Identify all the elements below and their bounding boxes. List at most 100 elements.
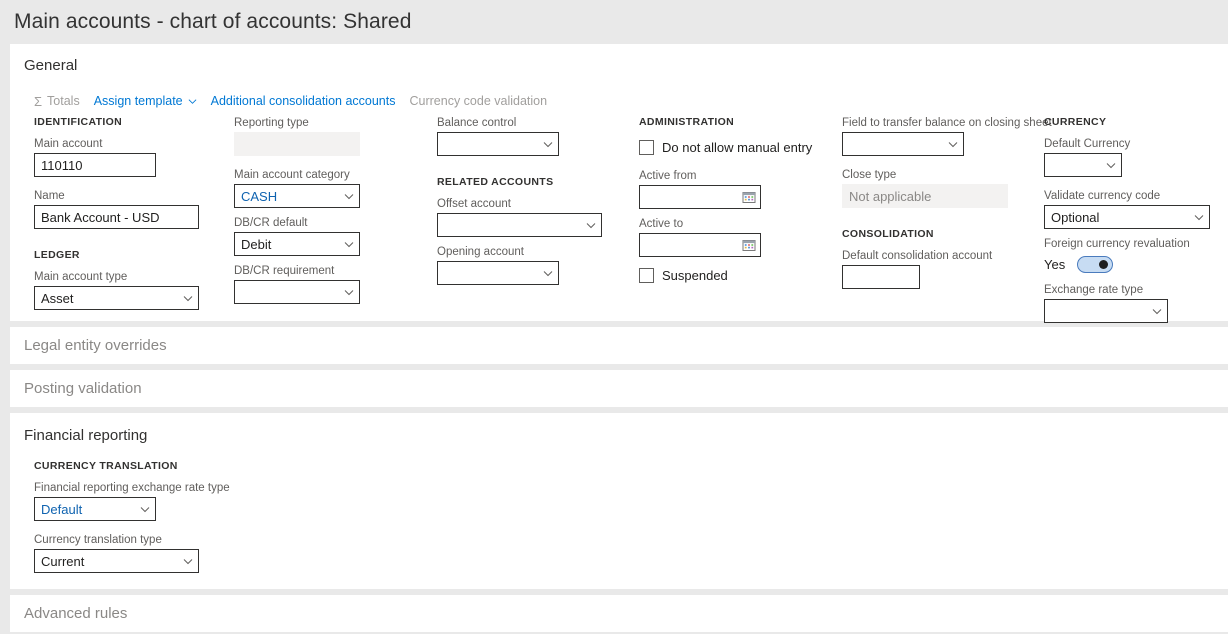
default-currency-label: Default Currency [1044, 138, 1131, 150]
toolbar-assign-template-button[interactable]: Assign template [94, 94, 211, 108]
name-input[interactable]: Bank Account - USD [34, 205, 199, 229]
do-not-allow-manual-entry-checkbox[interactable]: Do not allow manual entry [639, 137, 819, 157]
group-ledger: LEDGER [34, 249, 80, 261]
section-posting-validation-header[interactable]: Posting validation [10, 379, 142, 399]
main-account-input[interactable]: 110110 [34, 153, 156, 177]
section-legal-entity-overrides[interactable]: Legal entity overrides [10, 327, 1228, 364]
chevron-down-icon [188, 97, 197, 106]
form-column-administration: ADMINISTRATION Do not allow manual entry… [639, 116, 819, 285]
default-currency-select[interactable] [1044, 153, 1122, 177]
section-financial-reporting: Financial reporting CURRENCY TRANSLATION… [10, 413, 1228, 589]
exchange-rate-type-label: Exchange rate type [1044, 284, 1144, 296]
name-label: Name [34, 190, 65, 202]
name-value: Bank Account - USD [41, 209, 160, 225]
suspended-checkbox[interactable]: Suspended [639, 265, 819, 285]
financial-reporting-exchange-rate-type-select[interactable]: Default [34, 497, 156, 521]
financial-reporting-body: CURRENCY TRANSLATION Financial reporting… [10, 446, 1228, 589]
active-to-label: Active to [639, 218, 684, 230]
chevron-down-icon [542, 138, 554, 150]
main-account-type-label: Main account type [34, 271, 128, 283]
chevron-down-icon [343, 190, 355, 202]
section-general: General Σ Totals Assign template Additio… [10, 44, 1228, 323]
active-from-date-input[interactable] [639, 185, 761, 209]
form-column-reporting: Reporting type Main account category CAS… [234, 116, 364, 304]
reporting-type-field [234, 132, 360, 156]
section-advanced-rules[interactable]: Advanced rules [10, 595, 1228, 632]
chevron-down-icon [1193, 211, 1205, 223]
chevron-down-icon [585, 219, 597, 231]
balance-control-select[interactable] [437, 132, 559, 156]
section-legal-entity-overrides-header[interactable]: Legal entity overrides [10, 336, 167, 356]
offset-account-select[interactable] [437, 213, 602, 237]
do-not-allow-manual-entry-label: Do not allow manual entry [662, 139, 813, 155]
currency-translation-type-value: Current [41, 553, 85, 569]
main-account-category-label: Main account category [234, 169, 350, 181]
calendar-icon[interactable] [742, 190, 756, 204]
offset-account-label: Offset account [437, 198, 511, 210]
form-column-identification: IDENTIFICATION Main account 110110 Name … [34, 116, 204, 310]
field-to-transfer-balance-select[interactable] [842, 132, 964, 156]
chevron-down-icon [139, 503, 151, 515]
group-currency: CURRENCY [1044, 116, 1107, 128]
group-administration: ADMINISTRATION [639, 116, 735, 128]
validate-currency-code-label: Validate currency code [1044, 190, 1161, 202]
currency-translation-type-label: Currency translation type [34, 534, 162, 546]
opening-account-select[interactable] [437, 261, 559, 285]
form-column-consolidation: Field to transfer balance on closing she… [842, 116, 1052, 289]
suspended-label: Suspended [662, 267, 728, 283]
reporting-type-label: Reporting type [234, 117, 309, 129]
section-posting-validation[interactable]: Posting validation [10, 370, 1228, 407]
form-column-related-accounts: Balance control RELATED ACCOUNTS Offset … [437, 116, 617, 285]
default-consolidation-account-input[interactable] [842, 265, 920, 289]
group-consolidation: CONSOLIDATION [842, 228, 934, 240]
financial-reporting-exchange-rate-type-value: Default [41, 501, 83, 517]
sigma-icon: Σ [34, 93, 43, 109]
page-title: Main accounts - chart of accounts: Share… [14, 10, 412, 33]
general-form: IDENTIFICATION Main account 110110 Name … [10, 116, 1228, 323]
currency-translation-type-select[interactable]: Current [34, 549, 199, 573]
active-to-date-input[interactable] [639, 233, 761, 257]
close-type-label: Close type [842, 169, 897, 181]
exchange-rate-type-select[interactable] [1044, 299, 1168, 323]
validate-currency-code-select[interactable]: Optional [1044, 205, 1210, 229]
foreign-currency-revaluation-label: Foreign currency revaluation [1044, 238, 1190, 250]
toolbar-currency-code-validation-button[interactable]: Currency code validation [410, 94, 562, 108]
chevron-down-icon [1105, 159, 1117, 171]
main-account-type-select[interactable]: Asset [34, 286, 199, 310]
chevron-down-icon [947, 138, 959, 150]
section-general-header[interactable]: General [10, 44, 1228, 76]
main-account-category-value: CASH [241, 188, 278, 204]
toolbar-currency-code-validation-label: Currency code validation [409, 94, 548, 108]
balance-control-label: Balance control [437, 117, 517, 129]
chevron-down-icon [182, 292, 194, 304]
chevron-down-icon [343, 286, 355, 298]
group-identification: IDENTIFICATION [34, 116, 123, 128]
main-account-value: 110110 [41, 157, 83, 173]
calendar-icon[interactable] [742, 238, 756, 252]
main-account-category-select[interactable]: CASH [234, 184, 360, 208]
field-to-transfer-balance-label: Field to transfer balance on closing she… [842, 117, 1052, 129]
chevron-down-icon [343, 238, 355, 250]
opening-account-label: Opening account [437, 246, 524, 258]
dbcr-default-select[interactable]: Debit [234, 232, 360, 256]
main-account-type-value: Asset [41, 290, 74, 306]
foreign-currency-revaluation-toggle-row: Yes [1044, 253, 1228, 275]
financial-reporting-exchange-rate-type-label: Financial reporting exchange rate type [34, 482, 230, 494]
section-advanced-rules-header[interactable]: Advanced rules [10, 604, 127, 624]
toolbar-additional-consolidation-accounts-button[interactable]: Additional consolidation accounts [211, 94, 410, 108]
dbcr-requirement-select[interactable] [234, 280, 360, 304]
section-financial-reporting-header[interactable]: Financial reporting [10, 413, 1228, 446]
active-from-label: Active from [639, 170, 697, 182]
chevron-down-icon [1151, 305, 1163, 317]
dbcr-default-label: DB/CR default [234, 217, 308, 229]
toolbar-totals-label: Totals [47, 94, 80, 108]
toolbar-totals-button[interactable]: Σ Totals [34, 94, 94, 108]
dbcr-requirement-label: DB/CR requirement [234, 265, 335, 277]
dbcr-default-value: Debit [241, 236, 272, 252]
general-toolbar: Σ Totals Assign template Additional cons… [10, 86, 1228, 116]
foreign-currency-revaluation-toggle[interactable] [1077, 255, 1114, 273]
default-consolidation-account-label: Default consolidation account [842, 250, 993, 262]
form-column-currency: CURRENCY Default Currency Validate curre… [1044, 116, 1228, 323]
toolbar-assign-template-label: Assign template [93, 94, 183, 108]
close-type-field: Not applicable [842, 184, 1008, 208]
